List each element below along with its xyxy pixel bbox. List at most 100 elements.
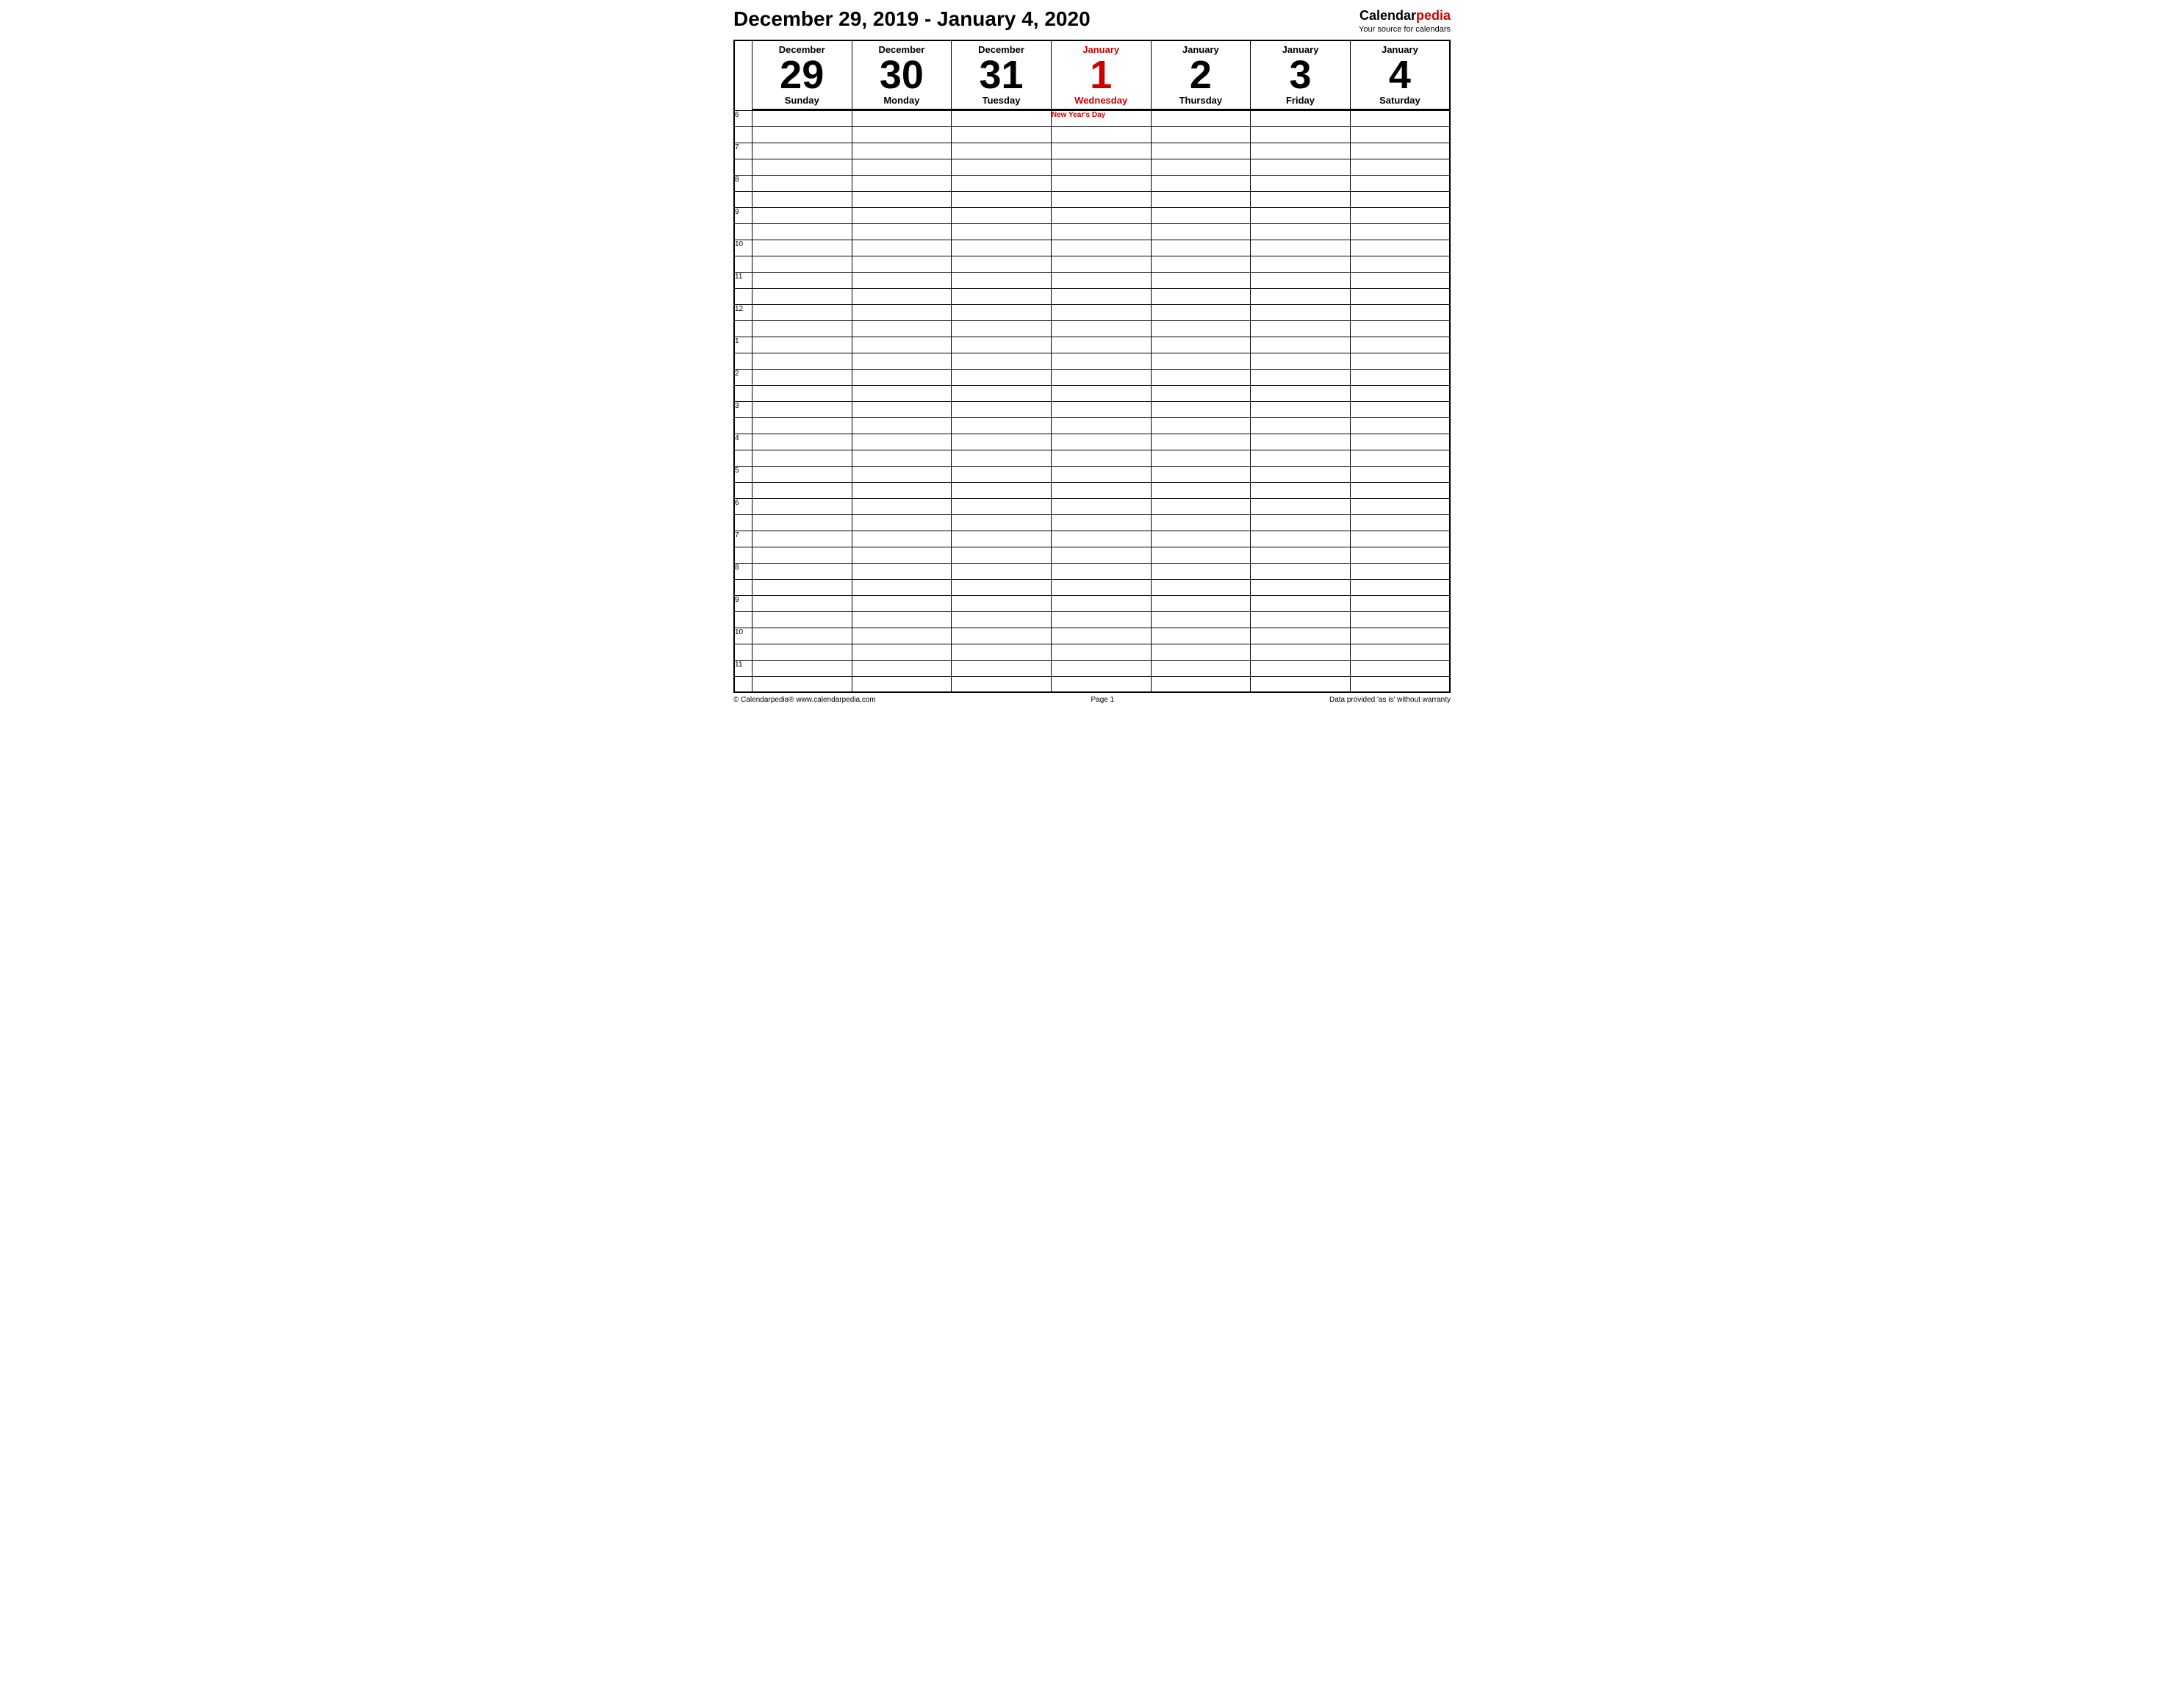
event-cell-half-9-0[interactable] [752, 417, 852, 434]
event-cell-8-1[interactable] [852, 369, 952, 385]
event-cell-3-6[interactable] [1350, 207, 1450, 223]
event-cell-10-3[interactable] [1051, 434, 1151, 450]
event-cell-16-3[interactable] [1051, 628, 1151, 644]
event-cell-2-0[interactable] [752, 175, 852, 191]
event-cell-half-9-3[interactable] [1051, 417, 1151, 434]
event-cell-13-3[interactable] [1051, 531, 1151, 547]
event-cell-half-4-4[interactable] [1151, 256, 1251, 272]
event-cell-half-7-5[interactable] [1251, 353, 1351, 369]
event-cell-half-2-5[interactable] [1251, 191, 1351, 207]
event-cell-11-6[interactable] [1350, 466, 1450, 482]
event-cell-half-9-6[interactable] [1350, 417, 1450, 434]
event-cell-1-2[interactable] [952, 143, 1052, 159]
event-cell-half-17-1[interactable] [852, 676, 952, 692]
event-cell-half-6-0[interactable] [752, 320, 852, 337]
event-cell-half-10-5[interactable] [1251, 450, 1351, 466]
event-cell-half-16-2[interactable] [952, 644, 1052, 660]
event-cell-5-5[interactable] [1251, 272, 1351, 288]
event-cell-half-15-2[interactable] [952, 611, 1052, 628]
event-cell-13-1[interactable] [852, 531, 952, 547]
event-cell-half-14-1[interactable] [852, 579, 952, 595]
event-cell-12-4[interactable] [1151, 498, 1251, 514]
event-cell-6-5[interactable] [1251, 304, 1351, 320]
event-cell-11-1[interactable] [852, 466, 952, 482]
event-cell-7-1[interactable] [852, 337, 952, 353]
event-cell-6-4[interactable] [1151, 304, 1251, 320]
event-cell-12-2[interactable] [952, 498, 1052, 514]
event-cell-17-3[interactable] [1051, 660, 1151, 676]
event-cell-10-5[interactable] [1251, 434, 1351, 450]
event-cell-8-3[interactable] [1051, 369, 1151, 385]
event-cell-0-2[interactable] [952, 110, 1052, 126]
event-cell-7-0[interactable] [752, 337, 852, 353]
event-cell-10-1[interactable] [852, 434, 952, 450]
event-cell-half-13-6[interactable] [1350, 547, 1450, 563]
event-cell-11-3[interactable] [1051, 466, 1151, 482]
event-cell-half-7-1[interactable] [852, 353, 952, 369]
event-cell-half-17-4[interactable] [1151, 676, 1251, 692]
event-cell-half-15-1[interactable] [852, 611, 952, 628]
event-cell-half-8-4[interactable] [1151, 385, 1251, 401]
event-cell-half-3-3[interactable] [1051, 223, 1151, 240]
event-cell-half-10-4[interactable] [1151, 450, 1251, 466]
event-cell-half-14-2[interactable] [952, 579, 1052, 595]
event-cell-4-1[interactable] [852, 240, 952, 256]
event-cell-13-6[interactable] [1350, 531, 1450, 547]
event-cell-half-7-2[interactable] [952, 353, 1052, 369]
event-cell-half-4-0[interactable] [752, 256, 852, 272]
event-cell-2-5[interactable] [1251, 175, 1351, 191]
event-cell-1-3[interactable] [1051, 143, 1151, 159]
event-cell-5-0[interactable] [752, 272, 852, 288]
event-cell-half-17-0[interactable] [752, 676, 852, 692]
event-cell-4-2[interactable] [952, 240, 1052, 256]
event-cell-9-6[interactable] [1350, 401, 1450, 417]
event-cell-2-3[interactable] [1051, 175, 1151, 191]
event-cell-half-11-5[interactable] [1251, 482, 1351, 498]
event-cell-half-8-1[interactable] [852, 385, 952, 401]
event-cell-half-1-5[interactable] [1251, 159, 1351, 175]
event-cell-half-6-2[interactable] [952, 320, 1052, 337]
event-cell-8-5[interactable] [1251, 369, 1351, 385]
event-cell-10-6[interactable] [1350, 434, 1450, 450]
event-cell-12-3[interactable] [1051, 498, 1151, 514]
event-cell-4-4[interactable] [1151, 240, 1251, 256]
event-cell-half-6-3[interactable] [1051, 320, 1151, 337]
event-cell-14-1[interactable] [852, 563, 952, 579]
event-cell-17-2[interactable] [952, 660, 1052, 676]
event-cell-1-5[interactable] [1251, 143, 1351, 159]
event-cell-0-3[interactable]: New Year's Day [1051, 110, 1151, 126]
event-cell-15-5[interactable] [1251, 595, 1351, 611]
event-cell-half-12-4[interactable] [1151, 514, 1251, 531]
event-cell-2-1[interactable] [852, 175, 952, 191]
event-cell-14-2[interactable] [952, 563, 1052, 579]
event-cell-half-16-3[interactable] [1051, 644, 1151, 660]
event-cell-half-15-0[interactable] [752, 611, 852, 628]
event-cell-half-10-6[interactable] [1350, 450, 1450, 466]
event-cell-half-4-3[interactable] [1051, 256, 1151, 272]
event-cell-half-1-3[interactable] [1051, 159, 1151, 175]
event-cell-0-6[interactable] [1350, 110, 1450, 126]
event-cell-16-1[interactable] [852, 628, 952, 644]
event-cell-6-3[interactable] [1051, 304, 1151, 320]
event-cell-half-2-0[interactable] [752, 191, 852, 207]
event-cell-half-0-5[interactable] [1251, 126, 1351, 143]
event-cell-half-4-2[interactable] [952, 256, 1052, 272]
event-cell-half-2-1[interactable] [852, 191, 952, 207]
event-cell-1-0[interactable] [752, 143, 852, 159]
event-cell-half-17-2[interactable] [952, 676, 1052, 692]
event-cell-half-3-4[interactable] [1151, 223, 1251, 240]
event-cell-half-13-5[interactable] [1251, 547, 1351, 563]
event-cell-17-0[interactable] [752, 660, 852, 676]
event-cell-half-9-2[interactable] [952, 417, 1052, 434]
event-cell-13-0[interactable] [752, 531, 852, 547]
event-cell-7-3[interactable] [1051, 337, 1151, 353]
event-cell-8-6[interactable] [1350, 369, 1450, 385]
event-cell-13-2[interactable] [952, 531, 1052, 547]
event-cell-half-1-4[interactable] [1151, 159, 1251, 175]
event-cell-17-5[interactable] [1251, 660, 1351, 676]
event-cell-half-10-3[interactable] [1051, 450, 1151, 466]
event-cell-half-17-5[interactable] [1251, 676, 1351, 692]
event-cell-6-1[interactable] [852, 304, 952, 320]
event-cell-half-12-6[interactable] [1350, 514, 1450, 531]
event-cell-3-0[interactable] [752, 207, 852, 223]
